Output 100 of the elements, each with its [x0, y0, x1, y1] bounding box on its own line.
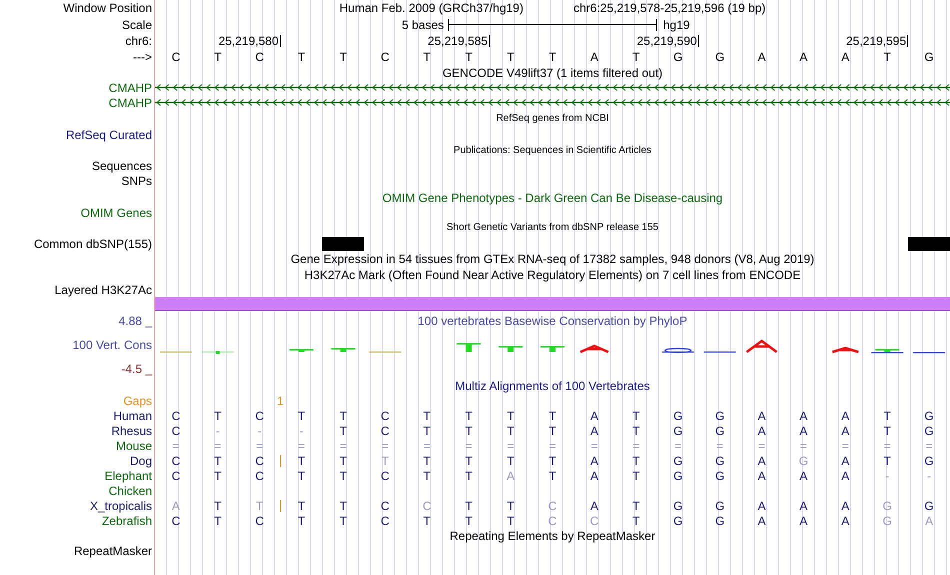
track-title: RefSeq genes from NCBI [496, 114, 609, 124]
species-label: Chicken [108, 484, 152, 496]
aligned-base: T [465, 500, 472, 512]
aligned-base: T [506, 500, 514, 512]
species-label: Elephant [104, 470, 152, 482]
track-title: Publications: Sequences in Scientific Articles [454, 146, 652, 156]
aligned-base: T [884, 410, 891, 422]
aligned-base: G [673, 500, 683, 512]
aligned-base: T [423, 514, 431, 526]
aligned-base: C [255, 454, 264, 466]
scale-length: 5 bases [402, 18, 445, 30]
species-label: Dog [130, 454, 152, 466]
aligned-base: C [172, 454, 180, 466]
aligned-base: A [925, 514, 934, 526]
aligned-base: A [800, 424, 808, 436]
base-letter: A [841, 51, 850, 63]
aligned-base: C [255, 514, 264, 526]
strand-label: ---> [133, 51, 152, 63]
aligned-base: T [298, 514, 306, 526]
track-label[interactable]: Layered H3K27Ac [54, 284, 152, 296]
aligned-base: T [632, 410, 640, 422]
aligned-base: T [423, 410, 431, 422]
gene-label[interactable]: CMAHP [108, 96, 152, 108]
track-title: Multiz Alignments of 100 Vertebrates [455, 380, 650, 392]
aligned-base: T [381, 454, 389, 466]
base-letter: G [673, 51, 683, 63]
track-label: chr6: [125, 35, 152, 47]
base-letter: A [800, 51, 808, 63]
aligned-base: C [380, 424, 390, 436]
aligned-base: = [926, 440, 933, 452]
aligned-base: T [214, 470, 222, 482]
gene-label[interactable]: CMAHP [108, 82, 152, 94]
aligned-base: A [841, 424, 850, 436]
aligned-base: T [298, 470, 306, 482]
track-label[interactable]: Sequences [92, 160, 152, 172]
ruler-tick: 25,219,580 [218, 35, 281, 47]
aligned-base: T [214, 410, 222, 422]
base-letter: T [423, 51, 431, 63]
variant-block[interactable] [908, 236, 950, 250]
track-label[interactable]: RefSeq Curated [66, 128, 152, 140]
base-letter: G [715, 51, 725, 63]
track-label[interactable]: OMIM Genes [80, 207, 152, 219]
ruler-tick: 25,219,590 [636, 35, 699, 47]
track-label[interactable]: Common dbSNP(155) [34, 238, 152, 250]
aligned-base: C [172, 424, 180, 436]
aligned-base: C [172, 410, 180, 422]
aligned-base: T [465, 410, 472, 422]
aligned-base: T [884, 424, 891, 436]
aligned-base: T [423, 424, 431, 436]
aligned-base: T [632, 500, 640, 512]
aligned-base: T [256, 500, 264, 512]
aligned-base: C [172, 514, 180, 526]
track-label[interactable]: RepeatMasker [74, 544, 152, 556]
aligned-base: - [299, 424, 304, 436]
aligned-base: T [214, 500, 222, 512]
aligned-base: T [465, 454, 472, 466]
base-letter: C [172, 51, 180, 63]
track-title: Repeating Elements by RepeatMasker [450, 530, 656, 542]
gap-count: 1 [276, 394, 284, 406]
aligned-base: C [255, 470, 264, 482]
species-label: Human [113, 410, 152, 422]
aligned-base: T [465, 514, 472, 526]
aligned-base: G [924, 410, 934, 422]
aligned-base: T [214, 514, 222, 526]
aligned-base: G [924, 424, 934, 436]
aligned-base: T [340, 424, 347, 436]
base-letter: T [884, 51, 891, 63]
aligned-base: T [548, 470, 556, 482]
aligned-base: T [465, 470, 472, 482]
track-label[interactable]: 100 Vert. Cons [72, 339, 152, 351]
aligned-base: A [172, 500, 180, 512]
aligned-base: = [632, 440, 640, 452]
variant-block[interactable] [322, 236, 364, 250]
species-label: X_tropicalis [90, 500, 152, 512]
aligned-base: = [884, 440, 891, 452]
aligned-base: G [924, 454, 934, 466]
aligned-base: A [758, 514, 766, 526]
aligned-base: T [548, 410, 556, 422]
track-title: H3K27Ac Mark (Often Found Near Active Regulatory Elements) on 7 cell lines from ENCODE [304, 269, 801, 281]
base-letter: G [924, 51, 934, 63]
aligned-base: T [340, 470, 347, 482]
aligned-base: = [758, 440, 766, 452]
species-label: Mouse [116, 440, 152, 452]
aligned-base: A [758, 454, 766, 466]
assembly-name: hg19 [662, 18, 691, 30]
aligned-base: = [842, 440, 849, 452]
aligned-base: T [298, 410, 306, 422]
track-label[interactable]: SNPs [121, 175, 152, 187]
aligned-base: T [632, 514, 640, 526]
aligned-base: A [841, 514, 850, 526]
aligned-base: C [255, 410, 264, 422]
track-title: 100 vertebrates Basewise Conservation by PhyloP [418, 314, 688, 326]
aligned-base: - [927, 470, 932, 482]
aligned-base: C [380, 470, 390, 482]
aligned-base: T [214, 454, 222, 466]
aligned-base: A [841, 454, 850, 466]
aligned-base: G [673, 454, 683, 466]
species-label: Zebrafish [102, 514, 152, 526]
aligned-base: = [256, 440, 264, 452]
aligned-base: = [716, 440, 724, 452]
